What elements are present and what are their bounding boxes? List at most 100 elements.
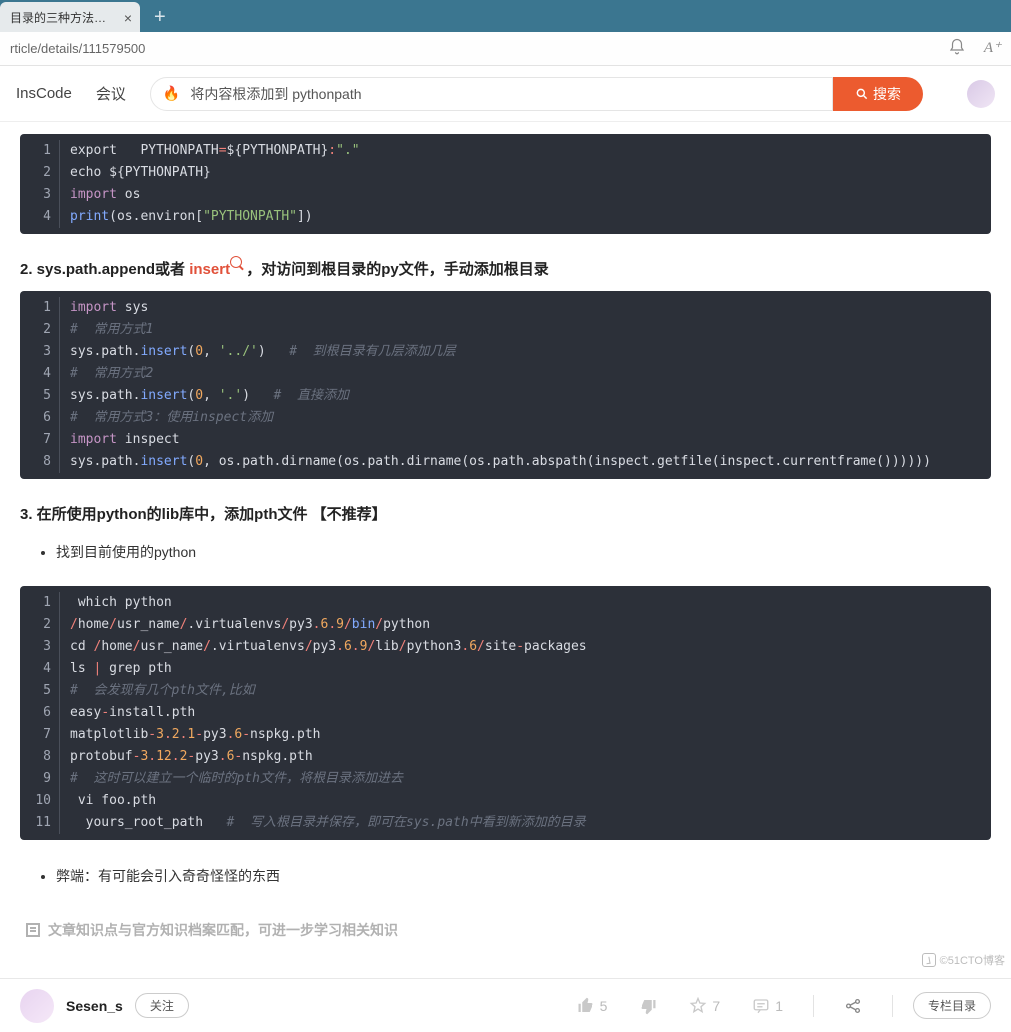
line-number: 6	[20, 702, 60, 724]
heading-2: 2. sys.path.append或者 insert ，对访问到根目录的py文…	[20, 258, 991, 279]
line-number: 1	[20, 592, 60, 614]
line-number: 3	[20, 636, 60, 658]
url-text[interactable]: rticle/details/111579500	[10, 41, 145, 56]
code-line: 4 # 常用方式2	[20, 363, 991, 385]
author-name[interactable]: Sesen_s	[66, 998, 123, 1014]
code-text: export PYTHONPATH=${PYTHONPATH}:"."	[70, 140, 360, 162]
code-line: 1import sys	[20, 291, 991, 319]
code-line: 2/home/usr_name/.virtualenvs/py3.6.9/bin…	[20, 614, 991, 636]
code-line: 4 print(os.environ["PYTHONPATH"])	[20, 206, 991, 234]
code-line: 4 ls | grep pth	[20, 658, 991, 680]
code-line: 6 easy-install.pth	[20, 702, 991, 724]
code-text: easy-install.pth	[70, 702, 195, 724]
list-item: 找到目前使用的python	[56, 540, 991, 564]
author-avatar[interactable]	[20, 989, 54, 1023]
code-line: 1 which python	[20, 586, 991, 614]
line-number: 8	[20, 451, 60, 473]
code-line: 8 protobuf-3.12.2-py3.6-nspkg.pth	[20, 746, 991, 768]
follow-button[interactable]: 关注	[135, 993, 189, 1018]
tab-title: 目录的三种方法_余	[10, 9, 112, 26]
line-number: 3	[20, 341, 60, 363]
code-text: # 常用方式3：使用inspect添加	[70, 407, 273, 429]
search-icon	[230, 256, 242, 268]
code-text: matplotlib-3.2.1-py3.6-nspkg.pth	[70, 724, 321, 746]
code-line: 8 sys.path.insert(0, os.path.dirname(os.p…	[20, 451, 991, 479]
code-text: protobuf-3.12.2-py3.6-nspkg.pth	[70, 746, 313, 768]
search-container: 🔥 搜索	[150, 77, 923, 111]
flame-icon: 🔥	[163, 85, 180, 102]
line-number: 2	[20, 614, 60, 636]
star-icon	[689, 997, 707, 1015]
search-button-label: 搜索	[873, 84, 901, 104]
code-text: sys.path.insert(0, os.path.dirname(os.pa…	[70, 451, 931, 473]
column-toc-button[interactable]: 专栏目录	[913, 992, 991, 1019]
nav-meeting[interactable]: 会议	[96, 83, 126, 104]
like-metric[interactable]: 5	[577, 997, 608, 1015]
line-number: 5	[20, 680, 60, 702]
list-item: 弊端：有可能会引入奇奇怪怪的东西	[56, 864, 991, 888]
insert-link[interactable]: insert	[189, 261, 242, 278]
comment-metric[interactable]: 1	[752, 997, 783, 1015]
code-line: 5sys.path.insert(0, '.') # 直接添加	[20, 385, 991, 407]
code-text: print(os.environ["PYTHONPATH"])	[70, 206, 313, 228]
line-number: 1	[20, 140, 60, 162]
code-text: ls | grep pth	[70, 658, 172, 680]
divider	[892, 995, 893, 1017]
code-block-3[interactable]: 1 which python2/home/usr_name/.virtualen…	[20, 586, 991, 840]
search-input[interactable]	[188, 85, 820, 103]
code-line: 2echo ${PYTHONPATH}	[20, 162, 991, 184]
like-count: 5	[600, 998, 608, 1014]
code-line: 6# 常用方式3：使用inspect添加	[20, 407, 991, 429]
share-button[interactable]	[844, 997, 862, 1015]
search-box[interactable]: 🔥	[150, 77, 833, 111]
article-content: 1export PYTHONPATH=${PYTHONPATH}:"."2ech…	[0, 134, 1011, 1000]
tab-close-button[interactable]: ×	[124, 10, 132, 26]
code-text: import os	[70, 184, 140, 206]
search-button[interactable]: 搜索	[833, 77, 923, 111]
nav-inscode[interactable]: InsCode	[16, 85, 72, 102]
code-text: /home/usr_name/.virtualenvs/py3.6.9/bin/…	[70, 614, 430, 636]
code-line: 9 # 这时可以建立一个临时的pth文件，将根目录添加进去	[20, 768, 991, 790]
line-number: 8	[20, 746, 60, 768]
code-block-2[interactable]: 1import sys2# 常用方式13sys.path.insert(0, '…	[20, 291, 991, 479]
code-text: # 常用方式1	[70, 319, 153, 341]
comment-count: 1	[775, 998, 783, 1014]
line-number: 4	[20, 206, 60, 228]
reader-mode-icon[interactable]: A⁺	[984, 38, 1001, 60]
line-number: 5	[20, 385, 60, 407]
code-line: 2# 常用方式1	[20, 319, 991, 341]
dislike-metric[interactable]	[639, 997, 657, 1015]
browser-tab[interactable]: 目录的三种方法_余 ×	[0, 2, 140, 32]
doc-icon	[26, 923, 40, 937]
line-number: 7	[20, 724, 60, 746]
notifications-icon[interactable]	[948, 38, 966, 60]
code-text: # 这时可以建立一个临时的pth文件，将根目录添加进去	[70, 768, 403, 790]
line-number: 4	[20, 363, 60, 385]
new-tab-button[interactable]: +	[140, 2, 180, 32]
share-icon	[844, 997, 862, 1015]
code-text: import sys	[70, 297, 148, 319]
bullet-list-1: 找到目前使用的python	[20, 540, 991, 564]
divider	[813, 995, 814, 1017]
code-block-1[interactable]: 1 export PYTHONPATH=${PYTHONPATH}:"."2ech…	[20, 134, 991, 234]
code-line: 3 cd /home/usr_name/.virtualenvs/py3.6.9/…	[20, 636, 991, 658]
star-metric[interactable]: 7	[689, 997, 720, 1015]
code-line: 11 yours_root_path # 写入根目录并保存，即可在sys.pat…	[20, 812, 991, 840]
watermark: ©51CTO博客	[922, 952, 1005, 968]
user-avatar[interactable]	[967, 80, 995, 108]
line-number: 9	[20, 768, 60, 790]
code-line: 3sys.path.insert(0, '../') # 到根目录有几层添加几层	[20, 341, 991, 363]
url-bar-row: rticle/details/111579500 A⁺	[0, 32, 1011, 66]
code-text: # 会发现有几个pth文件,比如	[70, 680, 255, 702]
code-line: 3import os	[20, 184, 991, 206]
browser-tab-strip: 目录的三种方法_余 × +	[0, 0, 1011, 32]
code-text: echo ${PYTHONPATH}	[70, 162, 211, 184]
line-number: 4	[20, 658, 60, 680]
code-text: yours_root_path # 写入根目录并保存，即可在sys.path中看…	[70, 812, 586, 834]
line-number: 11	[20, 812, 60, 834]
search-icon	[855, 87, 869, 101]
code-text: cd /home/usr_name/.virtualenvs/py3.6.9/l…	[70, 636, 587, 658]
site-nav: InsCode 会议 🔥 搜索	[0, 66, 1011, 122]
code-text: vi foo.pth	[70, 790, 156, 812]
code-text: # 常用方式2	[70, 363, 153, 385]
